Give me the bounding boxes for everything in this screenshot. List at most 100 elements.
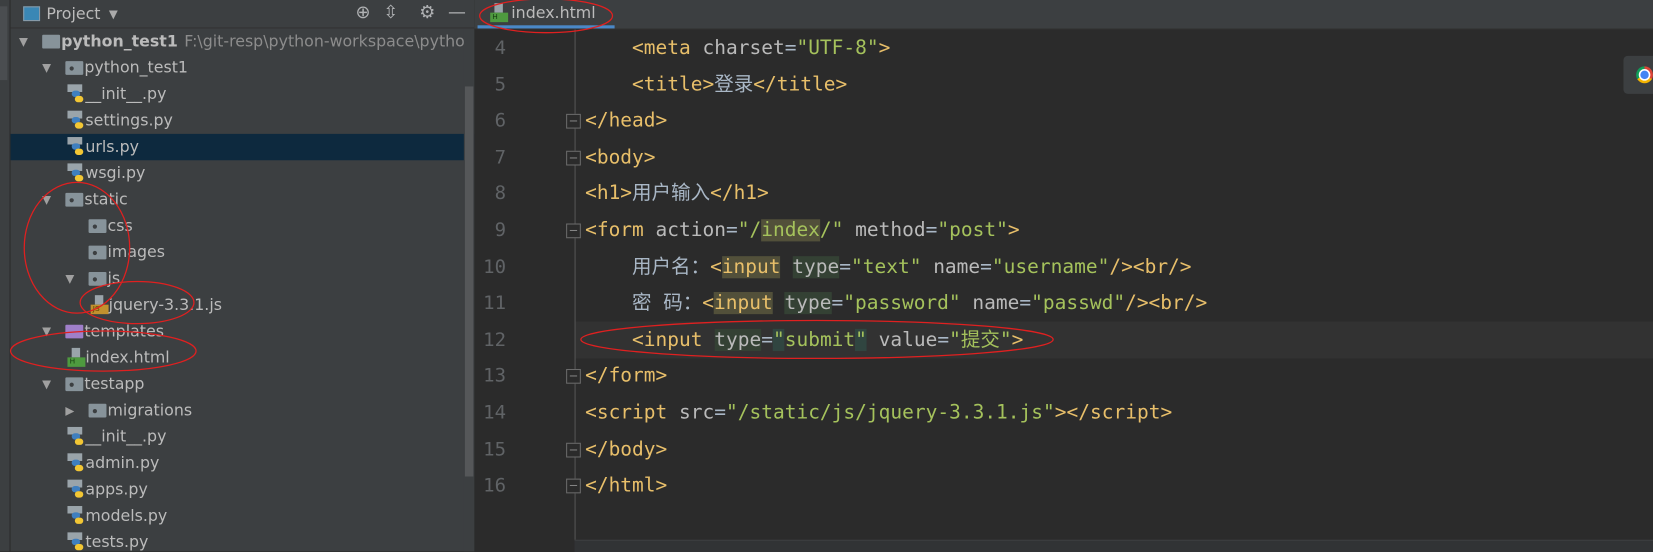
open-in-chrome-button[interactable] bbox=[1623, 55, 1653, 94]
expand-arrow-icon[interactable]: ▼ bbox=[65, 266, 74, 292]
code-token: "UTF-8" bbox=[796, 36, 879, 60]
collapse-all-icon[interactable]: ⇳ bbox=[383, 2, 398, 23]
python-file-icon bbox=[67, 453, 84, 473]
code-token: src bbox=[679, 401, 715, 424]
expand-arrow-icon[interactable]: ▼ bbox=[19, 28, 28, 54]
code-token: <meta bbox=[632, 36, 703, 60]
code-line[interactable]: </body> bbox=[585, 432, 667, 468]
code-token: </h1> bbox=[710, 182, 769, 205]
code-token: "/static/js/jquery-3.3.1.js" bbox=[725, 401, 1055, 424]
code-line[interactable]: <form action="/index/" method="post"> bbox=[585, 213, 1020, 249]
code-token: < bbox=[710, 255, 722, 278]
project-panel: Project ▼ ⊕ ⇳ ⚙ — ▼ python_test1 F:\git-re… bbox=[10, 0, 475, 552]
fold-marker-icon[interactable]: − bbox=[566, 114, 581, 129]
tree-item-label: python_test1 bbox=[84, 57, 188, 77]
tree-item[interactable]: models.py bbox=[11, 503, 475, 529]
tab-label: index.html bbox=[511, 3, 596, 23]
code-token: 用户名： bbox=[585, 255, 711, 278]
tree-item[interactable]: ▶ migrations bbox=[11, 397, 475, 423]
code-line[interactable]: <script src="/static/js/jquery-3.3.1.js"… bbox=[585, 395, 1172, 431]
code-line[interactable]: <h1>用户输入</h1> bbox=[585, 176, 769, 212]
gear-icon[interactable]: ⚙ bbox=[419, 2, 435, 23]
html-file-icon bbox=[490, 3, 509, 23]
tree-item[interactable]: ▼ templates bbox=[11, 318, 475, 344]
project-tool-button[interactable] bbox=[0, 6, 8, 81]
scrollbar-thumb[interactable] bbox=[464, 86, 474, 477]
code-line[interactable]: <meta charset="UTF-8"> bbox=[585, 31, 890, 67]
code-line[interactable]: </head> bbox=[585, 104, 667, 140]
code-token: 密 码： bbox=[585, 292, 703, 315]
code-token: submit bbox=[784, 328, 856, 351]
chevron-down-icon[interactable]: ▼ bbox=[109, 7, 118, 21]
tree-item[interactable]: admin.py bbox=[11, 450, 475, 476]
tree-item[interactable]: jquery-3.3.1.js bbox=[11, 292, 475, 318]
breadcrumb-bar bbox=[574, 539, 1653, 552]
tree-item[interactable]: settings.py bbox=[11, 108, 475, 134]
tree-item[interactable]: ▼ js bbox=[11, 266, 475, 292]
tree-item[interactable]: images bbox=[11, 239, 475, 265]
code-line[interactable]: 用户名：<input type="text" name="username"/>… bbox=[585, 249, 1192, 285]
code-token: = bbox=[839, 255, 852, 278]
code-token: = bbox=[925, 219, 938, 242]
project-scrollbar[interactable] bbox=[463, 28, 475, 552]
expand-arrow-icon[interactable]: ▼ bbox=[42, 187, 51, 213]
code-line[interactable]: </form> bbox=[585, 359, 667, 395]
code-token: /" bbox=[819, 219, 844, 242]
tree-item[interactable]: __init__.py bbox=[11, 424, 475, 450]
left-tool-strip bbox=[0, 0, 11, 552]
code-line[interactable]: <input type="submit" value="提交"> bbox=[585, 322, 1023, 358]
code-token: input bbox=[714, 292, 773, 315]
fold-marker-icon[interactable]: − bbox=[566, 223, 581, 239]
tree-item[interactable]: tests.py bbox=[11, 529, 475, 552]
tree-item[interactable]: __init__.py bbox=[11, 81, 475, 107]
tree-item[interactable]: css bbox=[11, 213, 475, 239]
expand-arrow-icon[interactable]: ▼ bbox=[42, 55, 51, 81]
python-file-icon bbox=[67, 163, 84, 183]
code-editor[interactable]: index.html 4 <meta charset="UTF-8">5 <ti… bbox=[474, 0, 1653, 552]
tree-item[interactable]: wsgi.py bbox=[11, 160, 475, 186]
line-number: 9 bbox=[494, 219, 507, 242]
code-token: </title> bbox=[753, 73, 848, 96]
fold-marker-icon[interactable]: − bbox=[566, 478, 581, 494]
code-line[interactable]: 密 码：<input type="password" name="passwd"… bbox=[585, 286, 1207, 322]
tree-item-label: wsgi.py bbox=[85, 163, 146, 183]
folder-icon bbox=[65, 61, 84, 75]
line-number: 6 bbox=[494, 109, 507, 132]
python-file-icon bbox=[67, 506, 84, 525]
fold-marker-icon[interactable]: − bbox=[566, 442, 581, 458]
folder-icon bbox=[65, 192, 84, 207]
code-token: action bbox=[655, 219, 726, 242]
python-file-icon bbox=[67, 532, 84, 552]
tree-item-label: apps.py bbox=[85, 479, 148, 499]
tree-item[interactable]: ▼ static bbox=[11, 187, 475, 213]
tree-item-label: __init__.py bbox=[85, 426, 167, 446]
code-token: = bbox=[761, 328, 773, 351]
tree-item[interactable]: ▼ python_test1 bbox=[11, 55, 475, 81]
tab-index-html[interactable]: index.html bbox=[477, 0, 615, 29]
tree-item[interactable]: ▼ python_test1 F:\git-resp\python-workspac… bbox=[11, 28, 474, 54]
python-file-icon bbox=[67, 479, 84, 499]
expand-arrow-icon[interactable]: ▼ bbox=[42, 371, 51, 397]
tree-item-label: urls.py bbox=[85, 137, 139, 157]
tree-item[interactable]: index.html bbox=[11, 345, 475, 371]
locate-icon[interactable]: ⊕ bbox=[356, 2, 371, 23]
tree-item[interactable]: urls.py bbox=[10, 133, 475, 161]
tree-item[interactable]: apps.py bbox=[11, 476, 475, 502]
fold-marker-icon[interactable]: − bbox=[566, 150, 581, 166]
folder-icon bbox=[88, 403, 107, 418]
code-line[interactable]: </html> bbox=[585, 468, 667, 504]
collapse-arrow-icon[interactable]: ▶ bbox=[65, 397, 74, 423]
expand-arrow-icon[interactable]: ▼ bbox=[42, 318, 51, 344]
tree-item-label: python_test1 bbox=[61, 31, 178, 51]
fold-marker-icon[interactable]: − bbox=[566, 369, 581, 385]
minimize-icon[interactable]: — bbox=[448, 2, 466, 23]
tree-item[interactable]: ▼ testapp bbox=[11, 371, 475, 397]
code-token: > bbox=[878, 36, 891, 60]
project-view-selector[interactable]: Project bbox=[46, 4, 100, 23]
code-line[interactable]: <title>登录</title> bbox=[585, 67, 847, 103]
tree-item-label: settings.py bbox=[85, 110, 173, 130]
code-line[interactable]: <body> bbox=[585, 140, 655, 176]
code-token: = bbox=[784, 36, 797, 60]
code-token: </form> bbox=[585, 365, 668, 388]
